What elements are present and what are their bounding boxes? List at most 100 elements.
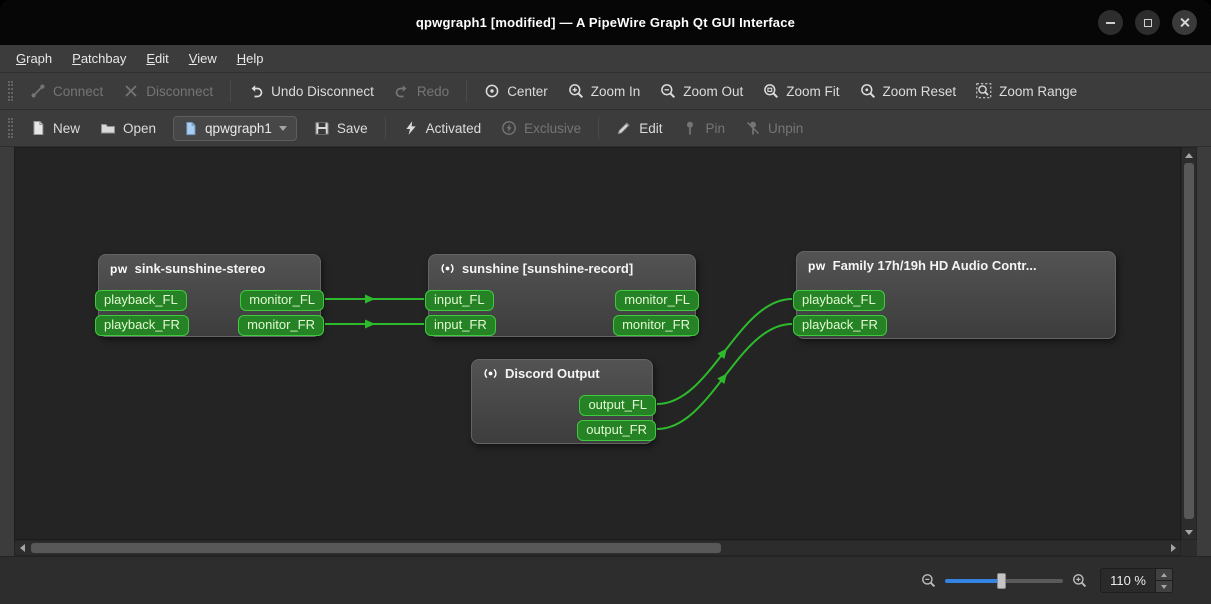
stream-icon	[484, 368, 497, 379]
arrow-up-icon	[1161, 572, 1167, 577]
horizontal-scrollbar-thumb[interactable]	[31, 543, 721, 553]
statusbar: 110 %	[0, 556, 1211, 604]
zoom-spin-up-button[interactable]	[1156, 569, 1172, 581]
scroll-left-button[interactable]	[15, 541, 29, 555]
zoom-reset-button[interactable]: Zoom Reset	[851, 77, 966, 105]
node-title: sink-sunshine-stereo	[134, 261, 266, 276]
arrow-left-icon	[19, 544, 25, 552]
chevron-down-icon	[278, 125, 287, 131]
undo-disconnect-label: Undo Disconnect	[271, 83, 374, 99]
activated-button[interactable]: Activated	[394, 114, 491, 142]
zoom-fit-button[interactable]: Zoom Fit	[754, 77, 848, 105]
connection-arrow-icon	[717, 348, 727, 359]
close-button[interactable]	[1172, 10, 1197, 35]
port-monitor-fr[interactable]: monitor_FR	[238, 315, 324, 336]
node-header: sunshine [sunshine-record]	[429, 255, 695, 280]
zoom-out-small-icon[interactable]	[921, 573, 936, 588]
zoom-spin-down-button[interactable]	[1156, 581, 1172, 592]
toolbar-handle[interactable]	[8, 81, 13, 101]
connection-arrow-icon	[717, 373, 727, 384]
connect-button[interactable]: Connect	[21, 77, 112, 105]
node-discord-output[interactable]: Discord Output output_FL output_FR	[471, 359, 656, 444]
minimize-button[interactable]	[1098, 10, 1123, 35]
zoom-reset-icon	[860, 84, 875, 99]
port-input-fr[interactable]: input_FR	[425, 315, 496, 336]
connection-output-fr-to-playback-fr[interactable]	[656, 323, 793, 430]
menu-edit[interactable]: Edit	[136, 45, 178, 72]
zoom-spin-arrows	[1155, 569, 1172, 592]
disconnect-label: Disconnect	[146, 83, 214, 99]
open-label: Open	[123, 120, 157, 136]
pin-button[interactable]: Pin	[673, 114, 734, 142]
scroll-right-button[interactable]	[1166, 541, 1180, 555]
exclusive-label: Exclusive	[524, 120, 582, 136]
menubar: Graph Patchbay Edit View Help	[0, 45, 1211, 73]
unpin-button[interactable]: Unpin	[736, 114, 812, 142]
toolbar-separator	[384, 117, 386, 139]
menu-help[interactable]: Help	[227, 45, 274, 72]
horizontal-scrollbar[interactable]	[14, 540, 1181, 556]
port-playback-fr[interactable]: playback_FR	[95, 315, 189, 336]
minimize-icon	[1106, 21, 1115, 24]
undo-disconnect-button[interactable]: Undo Disconnect	[239, 77, 383, 105]
port-monitor-fr[interactable]: monitor_FR	[613, 315, 699, 336]
zoom-out-button[interactable]: Zoom Out	[651, 77, 752, 105]
titlebar[interactable]: qpwgraph1 [modified] — A PipeWire Graph …	[0, 0, 1211, 45]
scrollbar-corner	[1181, 540, 1197, 556]
menu-view-label: View	[188, 51, 217, 66]
save-button[interactable]: Save	[305, 114, 377, 142]
new-label: New	[53, 120, 81, 136]
node-sunshine-record[interactable]: sunshine [sunshine-record] input_FL inpu…	[425, 254, 699, 337]
zoom-in-icon	[568, 84, 583, 99]
open-button[interactable]: Open	[91, 114, 165, 142]
pin-icon	[687, 121, 694, 135]
zoom-range-button[interactable]: Zoom Range	[967, 77, 1086, 105]
node-family-hd-audio[interactable]: pw Family 17h/19h HD Audio Contr... play…	[793, 251, 1116, 339]
unpin-label: Unpin	[767, 120, 804, 136]
port-playback-fl[interactable]: playback_FL	[95, 290, 187, 311]
zoom-slider-thumb[interactable]	[997, 572, 1007, 589]
scroll-up-button[interactable]	[1182, 148, 1196, 162]
pencil-icon	[617, 122, 630, 135]
maximize-button[interactable]	[1135, 10, 1160, 35]
maximize-icon	[1143, 18, 1152, 27]
port-input-fl[interactable]: input_FL	[425, 290, 494, 311]
zoom-in-button[interactable]: Zoom In	[559, 77, 650, 105]
disconnect-button[interactable]: Disconnect	[114, 77, 222, 105]
menu-graph[interactable]: Graph	[6, 45, 62, 72]
scroll-down-button[interactable]	[1182, 525, 1196, 539]
port-playback-fr[interactable]: playback_FR	[793, 315, 887, 336]
zoom-in-small-icon[interactable]	[1072, 573, 1087, 588]
zoom-slider[interactable]	[945, 572, 1064, 589]
new-file-icon	[33, 121, 44, 135]
connections-layer	[324, 294, 793, 430]
port-monitor-fl[interactable]: monitor_FL	[615, 290, 699, 311]
app-window: qpwgraph1 [modified] — A PipeWire Graph …	[0, 0, 1211, 604]
zoom-value: 110 %	[1110, 573, 1146, 588]
node-sink-sunshine-stereo[interactable]: pw sink-sunshine-stereo playback_FL play…	[95, 254, 324, 337]
menu-edit-label: Edit	[146, 51, 169, 66]
patchbay-selector[interactable]: qpwgraph1	[173, 115, 297, 141]
center-button[interactable]: Center	[475, 77, 557, 105]
vertical-scrollbar[interactable]	[1181, 147, 1197, 540]
toolbar-handle[interactable]	[8, 118, 13, 138]
arrow-right-icon	[1170, 544, 1176, 552]
connection-arrow-icon	[365, 294, 375, 304]
menu-view[interactable]: View	[179, 45, 227, 72]
arrow-up-icon	[1185, 152, 1193, 158]
zoom-fit-label: Zoom Fit	[786, 83, 840, 99]
zoom-range-icon	[976, 83, 992, 99]
menu-patchbay[interactable]: Patchbay	[62, 45, 136, 72]
port-output-fr[interactable]: output_FR	[577, 420, 656, 441]
port-monitor-fl[interactable]: monitor_FL	[240, 290, 324, 311]
edit-button[interactable]: Edit	[607, 114, 671, 142]
exclusive-button[interactable]: Exclusive	[492, 114, 590, 142]
port-output-fl[interactable]: output_FL	[579, 395, 656, 416]
vertical-scrollbar-thumb[interactable]	[1184, 163, 1194, 519]
zoom-spinbox[interactable]: 110 %	[1100, 568, 1173, 593]
port-playback-fl[interactable]: playback_FL	[793, 290, 885, 311]
redo-button[interactable]: Redo	[385, 77, 458, 105]
new-button[interactable]: New	[21, 114, 89, 142]
exclusive-icon	[502, 121, 517, 135]
graph-canvas[interactable]: pw sink-sunshine-stereo playback_FL play…	[14, 147, 1181, 540]
